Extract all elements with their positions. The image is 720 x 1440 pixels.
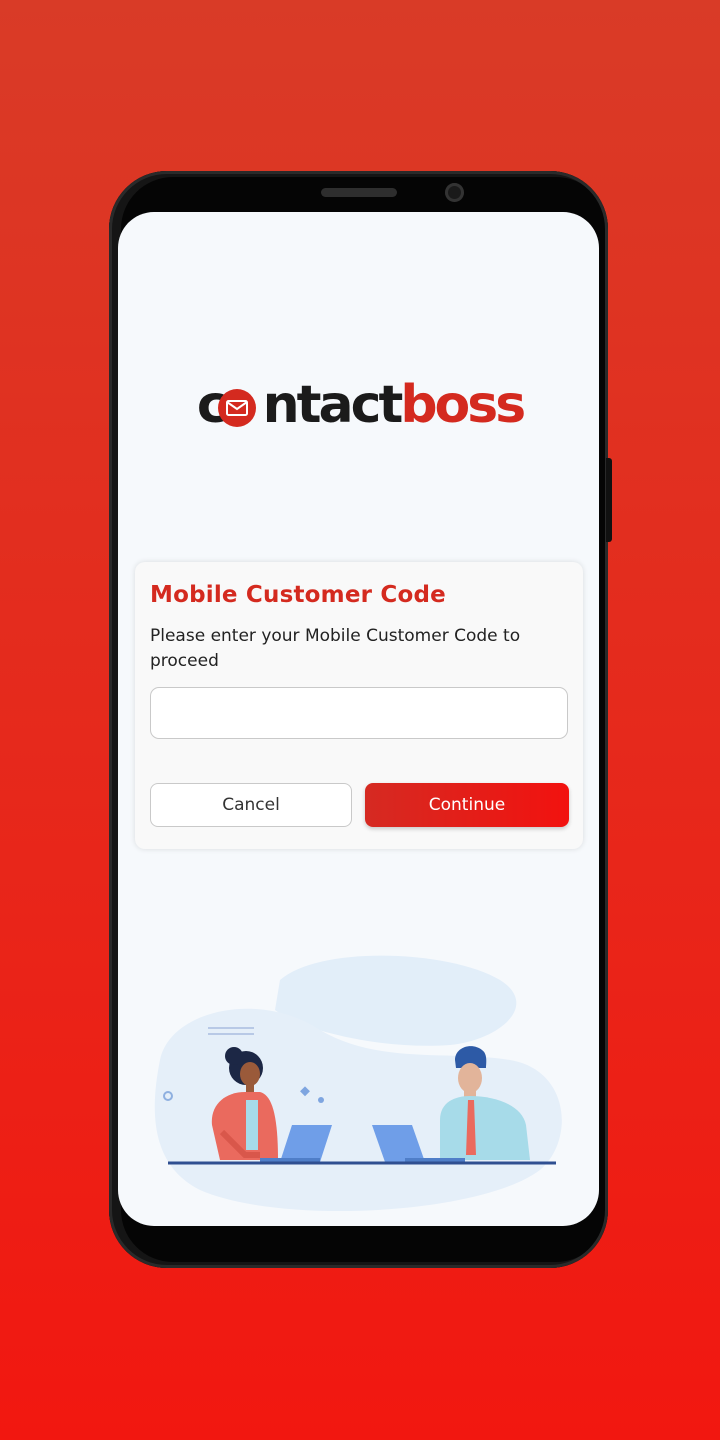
phone-speaker xyxy=(321,188,397,197)
logo-text-boss: boss xyxy=(400,375,526,435)
team-illustration xyxy=(154,955,562,1212)
logo-text-ntact: ntact xyxy=(262,375,404,435)
contactboss-logo: c ntactboss xyxy=(0,375,720,435)
dialog-description: Please enter your Mobile Customer Code t… xyxy=(150,626,521,671)
phone-side-button xyxy=(606,458,612,542)
dialog-title: Mobile Customer Code xyxy=(150,582,446,608)
front-camera xyxy=(445,183,464,202)
customer-code-dialog: Mobile Customer Code Please enter your M… xyxy=(135,562,583,849)
continue-button[interactable]: Continue xyxy=(365,783,569,827)
customer-code-input[interactable] xyxy=(150,687,568,739)
cancel-button[interactable]: Cancel xyxy=(150,783,352,827)
mail-icon xyxy=(218,389,256,427)
